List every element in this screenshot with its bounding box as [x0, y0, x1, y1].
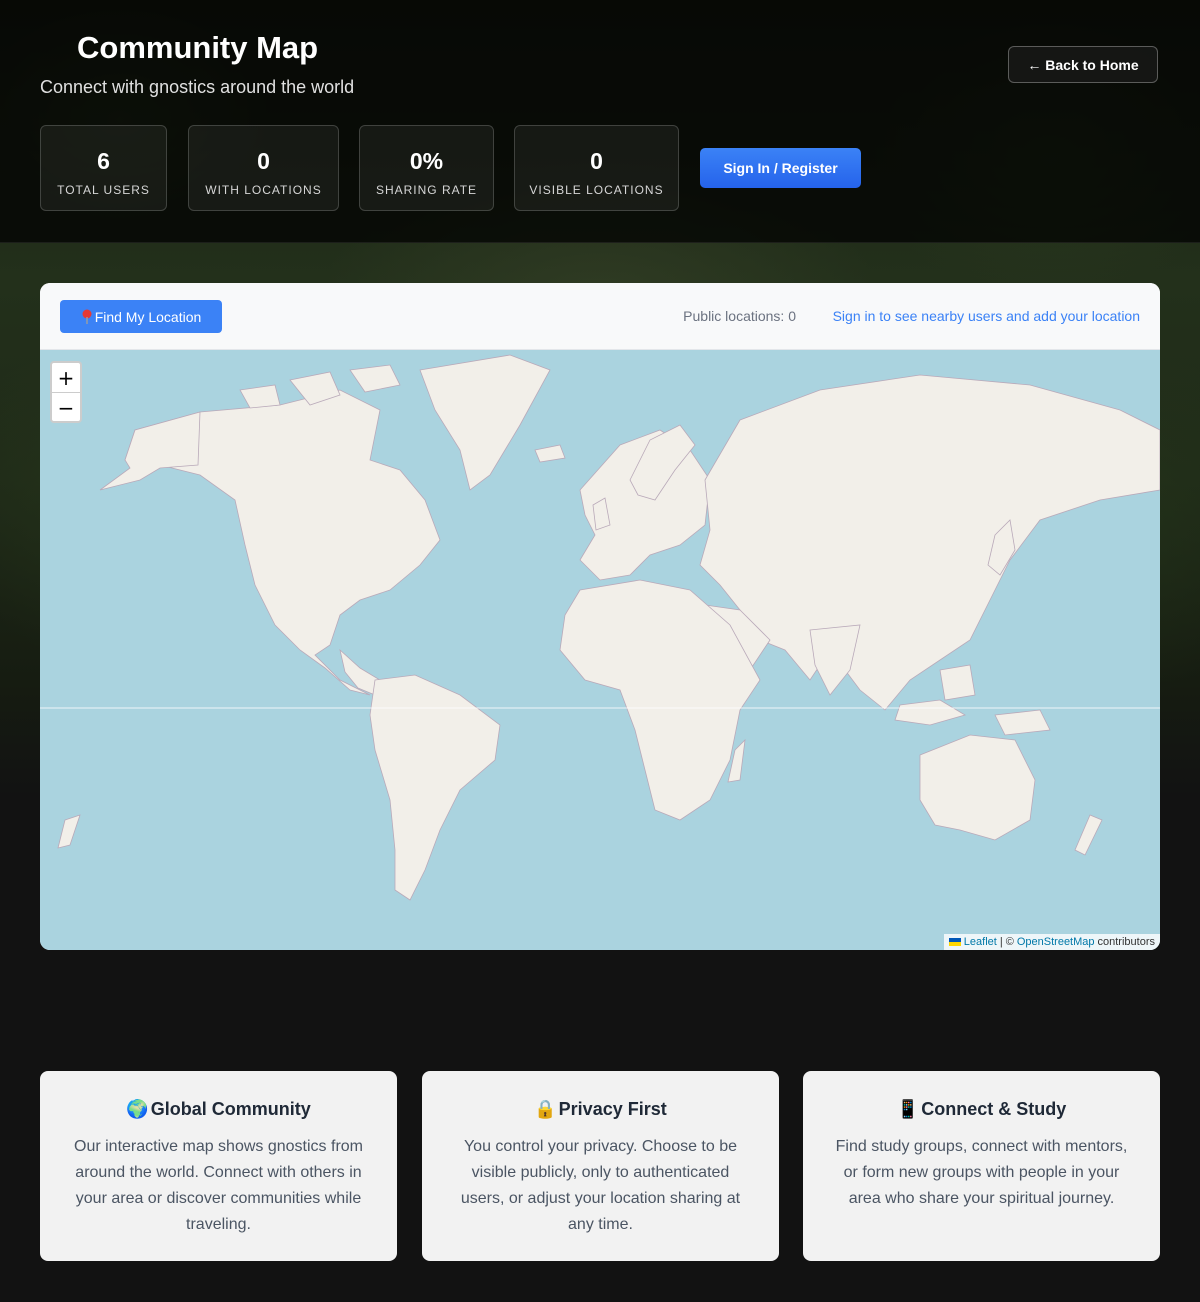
stat-sharing-rate: 0% SHARING RATE	[359, 125, 494, 211]
stat-label: TOTAL USERS	[57, 183, 150, 197]
zoom-in-button[interactable]: +	[52, 363, 80, 393]
mobile-phone-icon: 📱	[896, 1099, 920, 1119]
indonesia-landmass	[894, 699, 966, 726]
feature-title-text: Global Community	[150, 1099, 311, 1119]
new-guinea-landmass	[994, 709, 1051, 736]
new-zealand-landmass	[1074, 814, 1103, 856]
feature-card-privacy-first: 🔒 Privacy First You control your privacy…	[422, 1071, 779, 1261]
map-card: Find My Location Public locations: 0 Sig…	[40, 283, 1160, 950]
feature-description: Find study groups, connect with mentors,…	[835, 1138, 1128, 1207]
attribution-separator: | ©	[999, 936, 1014, 948]
new-zealand-west-landmass	[57, 814, 81, 849]
stat-with-locations: 0 WITH LOCATIONS	[188, 125, 339, 211]
greenland-landmass	[419, 354, 551, 491]
lock-icon: 🔒	[534, 1099, 557, 1119]
page-title: Community Map	[77, 30, 319, 65]
india-landmass	[809, 624, 861, 696]
stat-value: 0	[257, 148, 270, 174]
feature-title: 🔒 Privacy First	[448, 1099, 753, 1120]
page-subtitle: Connect with gnostics around the world	[40, 77, 355, 97]
ukraine-flag-icon	[948, 938, 961, 946]
feature-title-text: Privacy First	[558, 1099, 667, 1119]
borneo-landmass	[939, 664, 976, 701]
public-locations-count: Public locations: 0	[683, 308, 796, 324]
feature-title: 📱 Connect & Study	[829, 1099, 1134, 1120]
feature-card-global-community: 🌍 Global Community Our interactive map s…	[40, 1071, 397, 1261]
feature-title-text: Connect & Study	[921, 1099, 1067, 1119]
asia-landmass	[699, 374, 1160, 711]
map-attribution: Leaflet | © OpenStreetMap contributors	[943, 934, 1160, 950]
pin-icon	[82, 309, 92, 324]
stat-label: VISIBLE LOCATIONS	[529, 183, 664, 197]
sign-in-link[interactable]: Sign in to see nearby users and add your…	[833, 308, 1140, 324]
world-map[interactable]: + − Leaflet | © OpenStreetMap contributo…	[40, 350, 1160, 950]
find-my-location-button[interactable]: Find My Location	[60, 300, 222, 333]
feature-description: Our interactive map shows gnostics from …	[74, 1138, 363, 1233]
feature-card-connect-study: 📱 Connect & Study Find study groups, con…	[803, 1071, 1160, 1261]
stat-value: 0	[590, 148, 603, 174]
stat-value: 6	[97, 148, 110, 174]
map-toolbar: Find My Location Public locations: 0 Sig…	[40, 283, 1160, 350]
page-header: Community Map Connect with gnostics arou…	[0, 0, 1200, 243]
leaflet-link[interactable]: Leaflet	[964, 936, 997, 948]
stat-visible-locations: 0 VISIBLE LOCATIONS	[514, 125, 679, 211]
iceland-landmass	[534, 444, 566, 463]
stat-total-users: 6 TOTAL USERS	[40, 125, 167, 211]
arctic-island	[239, 384, 281, 409]
world-map-tiles	[40, 354, 1160, 901]
sign-in-register-button[interactable]: Sign In / Register	[700, 148, 861, 188]
alaska-landmass	[99, 411, 201, 491]
stat-label: SHARING RATE	[375, 183, 478, 197]
zoom-control: + −	[50, 361, 82, 423]
attribution-suffix: contributors	[1097, 936, 1155, 948]
stat-label: WITH LOCATIONS	[205, 183, 322, 197]
feature-title: 🌍 Global Community	[66, 1099, 371, 1120]
openstreetmap-link[interactable]: OpenStreetMap	[1017, 936, 1095, 948]
globe-icon: 🌍	[126, 1099, 149, 1119]
south-america-landmass	[369, 674, 501, 901]
find-my-location-label: Find My Location	[94, 308, 202, 325]
australia-landmass	[919, 734, 1036, 841]
feature-description: You control your privacy. Choose to be v…	[460, 1138, 741, 1233]
back-to-home-button[interactable]: ← Back to Home	[1008, 46, 1158, 83]
zoom-out-button[interactable]: −	[52, 393, 80, 421]
stat-value: 0%	[409, 148, 444, 174]
arctic-island	[349, 364, 401, 393]
